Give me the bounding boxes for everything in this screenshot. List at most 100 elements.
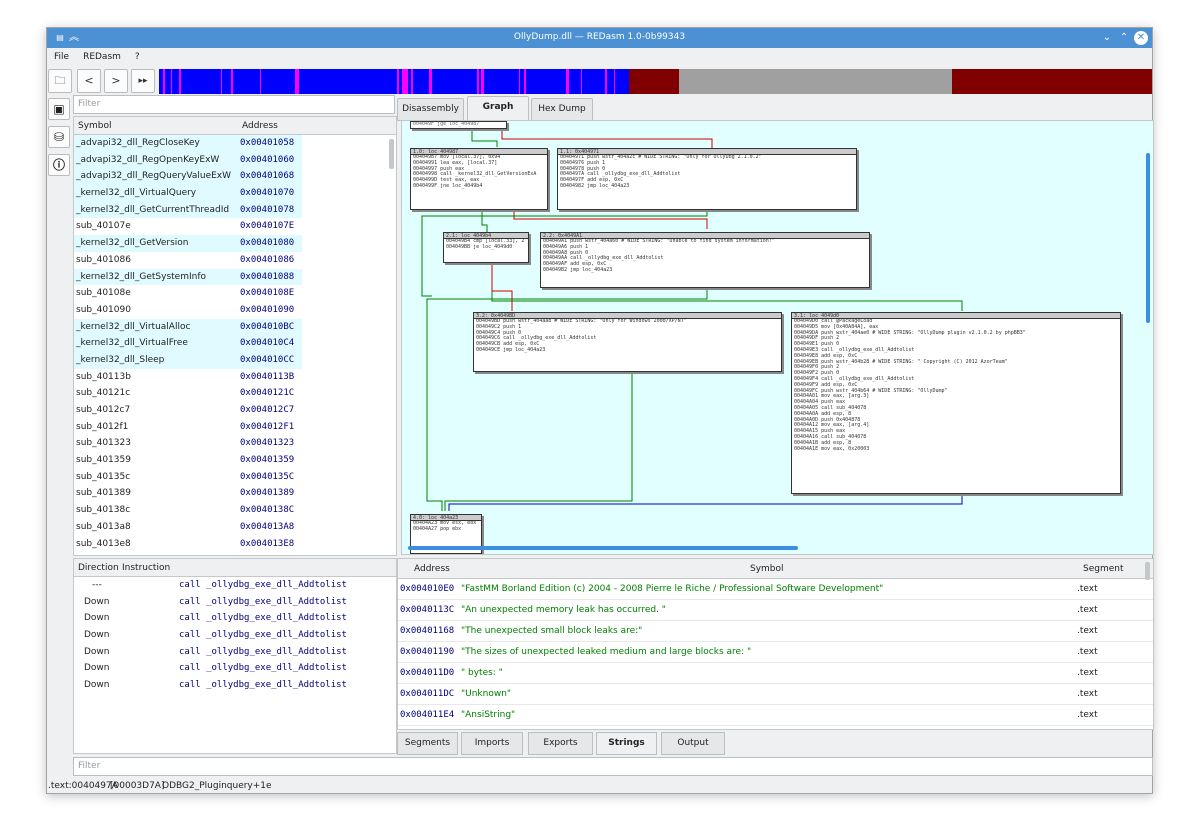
graph-block-1-1[interactable]: 1.1: 0x404971 00404971 push wstr_404a2c #… [557, 148, 857, 210]
function-row[interactable]: sub_40108e 0x0040108E [74, 285, 396, 302]
function-row[interactable]: sub_4013e8 0x004013E8 [74, 536, 396, 553]
open-folder-icon[interactable]: 🗀 [48, 69, 72, 93]
function-row[interactable]: _kernel32_dll_VirtualQuery 0x00401070 [74, 185, 396, 202]
tab-output[interactable]: Output [661, 732, 725, 755]
function-row[interactable]: _advapi32_dll_RegOpenKeyExW 0x00401060 [74, 151, 396, 169]
function-row[interactable]: sub_4012c7 0x004012C7 [74, 402, 396, 419]
function-row[interactable]: sub_40135c 0x0040135C [74, 469, 396, 486]
strings-scrollbar[interactable] [1145, 562, 1150, 580]
function-row[interactable]: sub_4013a8 0x004013A8 [74, 519, 396, 536]
string-address: 0x004011DC [400, 689, 455, 699]
functions-scrollbar[interactable] [389, 139, 394, 169]
function-symbol: _advapi32_dll_RegQueryValueExW [76, 171, 232, 182]
function-row[interactable]: _kernel32_dll_GetSystemInfo 0x00401088 [74, 268, 396, 286]
function-row[interactable]: sub_40113b 0x0040113B [74, 369, 396, 386]
graph-block-2-1[interactable]: 2.1: loc_4049b4 004049B4 cmp [local.33], … [443, 232, 529, 263]
tab-segments[interactable]: Segments [397, 732, 458, 755]
maximize-icon[interactable]: ⌃ [1117, 31, 1131, 45]
reference-instruction: call _ollydbg_exe_dll_Addtolist [179, 580, 347, 590]
function-row[interactable]: sub_401359 0x00401359 [74, 452, 396, 469]
function-symbol: sub_40107e [76, 221, 131, 232]
graph-block-3-2[interactable]: 3.2: 0x4049BD 004049BD push wstr_404aa8 #… [473, 312, 782, 372]
goto-button[interactable]: ▸▸ [131, 69, 155, 93]
string-value: "An unexpected memory leak has occurred.… [461, 605, 666, 615]
tab-hex-dump[interactable]: Hex Dump [531, 98, 593, 121]
function-row[interactable]: _kernel32_dll_VirtualAlloc 0x004010BC [74, 318, 396, 336]
function-row[interactable]: _kernel32_dll_Sleep 0x004010CC [74, 351, 396, 369]
function-row[interactable]: sub_40121c 0x0040121C [74, 385, 396, 402]
graph-block-top[interactable]: 004049F jge loc_404987 [410, 121, 507, 129]
forward-button[interactable]: > [104, 69, 128, 93]
function-row[interactable]: _advapi32_dll_RegQueryValueExW 0x00401068 [74, 168, 396, 186]
graph-view[interactable]: 004049F jge loc_404987 1.0: loc_404987 00… [401, 120, 1154, 555]
block-line: 0040499F jne loc_4049b4 [413, 182, 483, 189]
function-symbol: sub_40135c [76, 471, 131, 482]
back-button[interactable]: < [77, 69, 101, 93]
string-row[interactable]: 0x00401168 "The unexpected small block le… [398, 621, 1153, 642]
string-row[interactable]: 0x004011DC "Unknown" .text [398, 684, 1153, 705]
navigation-bar[interactable] [159, 69, 1152, 94]
block-line: 00404982 jmp loc_404a23 [560, 182, 630, 189]
graph-vscrollbar[interactable] [1146, 153, 1150, 323]
menu-help[interactable]: ? [128, 48, 147, 62]
function-row[interactable]: sub_401389 0x00401389 [74, 485, 396, 502]
strings-symbol-header[interactable]: Symbol [750, 564, 784, 574]
reference-row[interactable]: Down call _ollydbg_exe_dll_Addtolist [74, 677, 396, 694]
direction-column-header[interactable]: Direction [78, 563, 119, 573]
tab-strings[interactable]: Strings [596, 732, 657, 755]
tab-graph[interactable]: Graph [467, 96, 529, 121]
string-row[interactable]: 0x004010E0 "FastMM Borland Edition (c) 20… [398, 579, 1153, 600]
function-row[interactable]: sub_4012f1 0x004012F1 [74, 419, 396, 436]
function-row[interactable]: _advapi32_dll_RegCloseKey 0x00401058 [74, 135, 396, 152]
function-row[interactable]: _kernel32_dll_VirtualFree 0x004010C4 [74, 335, 396, 352]
string-segment: .text [1077, 710, 1098, 720]
save-icon[interactable]: ▣ [48, 98, 70, 120]
tab-imports[interactable]: Imports [461, 732, 523, 755]
function-symbol: sub_401323 [76, 438, 131, 449]
reference-row[interactable]: Down call _ollydbg_exe_dll_Addtolist [74, 644, 396, 661]
window-title: OllyDump.dll — REDasm 1.0-0b99343 [513, 32, 686, 42]
function-row[interactable]: sub_401086 0x00401086 [74, 252, 396, 269]
reference-row[interactable]: Down call _ollydbg_exe_dll_Addtolist [74, 660, 396, 677]
info-icon[interactable]: ⓘ [48, 154, 70, 176]
close-icon[interactable]: ✕ [1134, 31, 1148, 45]
string-row[interactable]: 0x004011D0 " bytes: " .text [398, 663, 1153, 684]
reference-row[interactable]: Down call _ollydbg_exe_dll_Addtolist [74, 610, 396, 627]
graph-block-2-2[interactable]: 2.2: 0x4049A1 004049A1 push wstr_404a60 #… [540, 232, 870, 288]
reference-row[interactable]: Down call _ollydbg_exe_dll_Addtolist [74, 627, 396, 644]
function-row[interactable]: sub_401090 0x00401090 [74, 302, 396, 319]
function-symbol: sub_40113b [76, 371, 131, 382]
minimize-icon[interactable]: ⌄ [1100, 31, 1114, 45]
strings-segment-header[interactable]: Segment [1083, 564, 1124, 574]
function-address: 0x0040108E [240, 288, 295, 299]
function-row[interactable]: _kernel32_dll_GetCurrentThreadId 0x004010… [74, 201, 396, 219]
reference-row[interactable]: --- call _ollydbg_exe_dll_Addtolist [74, 577, 396, 594]
string-row[interactable]: 0x004011E4 "AnsiString" .text [398, 705, 1153, 726]
function-row[interactable]: sub_401323 0x00401323 [74, 435, 396, 452]
function-row[interactable]: _kernel32_dll_GetVersion 0x00401080 [74, 235, 396, 252]
symbol-filter-input[interactable]: Filter [73, 95, 395, 114]
database-icon[interactable]: ⛁ [48, 126, 70, 148]
menu-redasm[interactable]: REDasm [76, 48, 128, 62]
bottom-filter-input[interactable]: Filter [73, 757, 1153, 776]
tab-disassembly[interactable]: Disassembly [397, 98, 464, 121]
address-column-header[interactable]: Address [242, 121, 278, 131]
function-row[interactable]: sub_40138c 0x0040138C [74, 502, 396, 519]
function-symbol: sub_4012c7 [76, 405, 131, 415]
graph-hscrollbar[interactable] [408, 546, 798, 550]
graph-block-1-0[interactable]: 1.0: loc_404987 00404987 mov [local.37], … [410, 148, 548, 210]
function-address: 0x004013E8 [240, 538, 295, 549]
graph-block-3-1[interactable]: 3.1: loc_4049d0 004049D0 call @PackageLoa… [791, 312, 1121, 494]
string-row[interactable]: 0x0040113C "An unexpected memory leak has… [398, 600, 1153, 621]
symbol-column-header[interactable]: Symbol [78, 121, 112, 131]
menu-file[interactable]: File [47, 48, 76, 62]
function-address: 0x0040113B [240, 371, 295, 382]
string-row[interactable]: 0x00401190 "The sizes of unexpected leake… [398, 642, 1153, 663]
tab-exports[interactable]: Exports [528, 732, 593, 755]
function-row[interactable]: sub_40107e 0x0040107E [74, 218, 396, 235]
strings-address-header[interactable]: Address [414, 564, 450, 574]
function-address: 0x004010BC [240, 321, 295, 332]
reference-row[interactable]: Down call _ollydbg_exe_dll_Addtolist [74, 594, 396, 611]
instruction-column-header[interactable]: Instruction [122, 563, 170, 573]
function-address: 0x00401323 [240, 438, 295, 449]
